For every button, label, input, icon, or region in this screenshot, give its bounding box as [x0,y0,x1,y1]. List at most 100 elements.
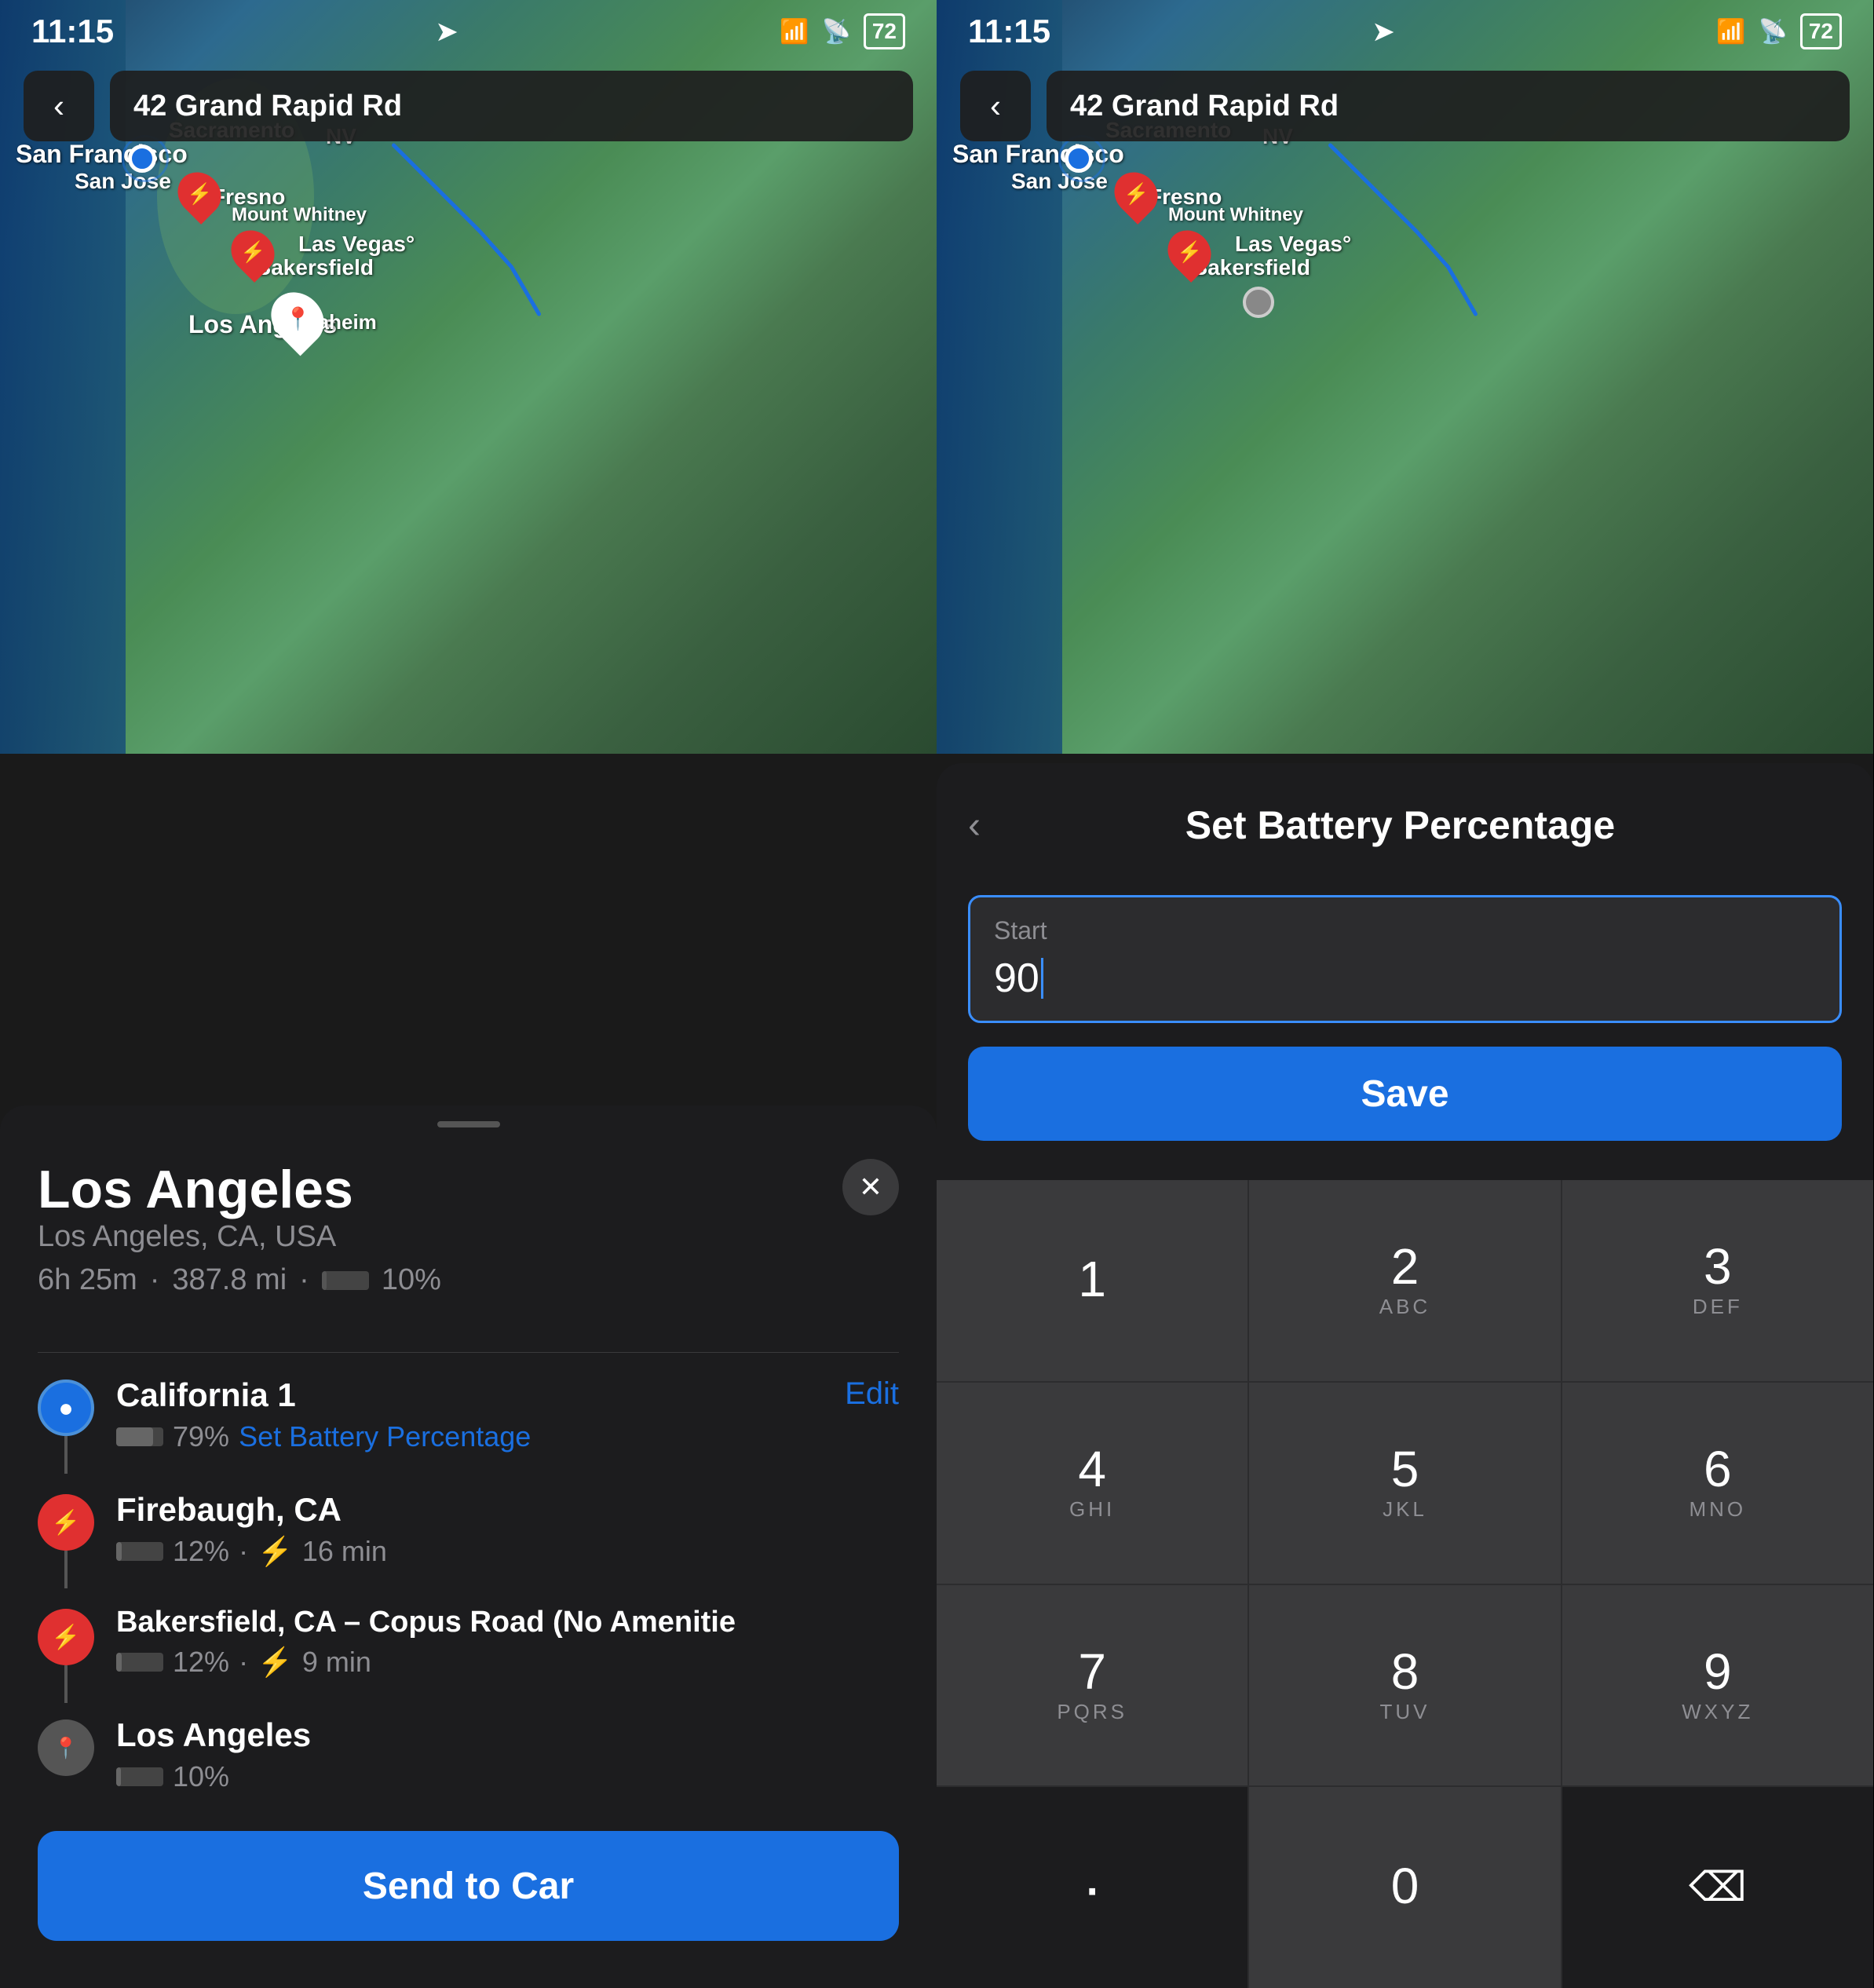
time-left: 11:15 [31,13,114,50]
stop-batt-pct-4: 10% [173,1760,229,1793]
battery-left: 72 [864,13,905,49]
bottom-sheet-left: Los Angeles Los Angeles, CA, USA 6h 25m … [0,1105,937,1988]
key-2-num: 2 [1391,1241,1419,1292]
stop-name-firebaugh: Firebaugh, CA [116,1491,899,1529]
key-5-num: 5 [1391,1444,1419,1494]
set-battery-link[interactable]: Set Battery Percentage [239,1420,531,1453]
key-1-num: 1 [1078,1254,1106,1304]
distance: 387.8 mi [172,1263,287,1297]
gray-dot-pin [1243,287,1274,318]
stop-item-bakersfield: ⚡ Bakersfield, CA – Copus Road (No Ameni… [38,1606,899,1679]
charging-pin-r-1: ⚡ [1116,171,1156,217]
origin-dot-r [1065,144,1093,173]
back-button-left[interactable]: ‹ [24,71,94,141]
address-bar-right[interactable]: 42 Grand Rapid Rd [1047,71,1850,141]
battery-input-section: Start 90 Save [937,872,1873,1164]
stop-batt-pct-1: 79% [173,1420,229,1453]
charging-pin-r-2: ⚡ [1169,229,1210,275]
stop-content-bakersfield: Bakersfield, CA – Copus Road (No Ameniti… [116,1606,899,1679]
save-label: Save [1361,1073,1448,1116]
sheet-handle-left [437,1121,500,1127]
save-button[interactable]: Save [968,1047,1842,1141]
destination-title: Los Angeles [38,1159,441,1220]
key-dot[interactable]: · [937,1787,1248,1988]
stop-batt-bar-3 [116,1653,163,1672]
stop-icon-firebaugh: ⚡ [38,1494,94,1551]
stop-connector-1 [64,1436,68,1474]
stop-charge-bolt-3: ⚡ [258,1646,293,1679]
stop-charge-time-2: 16 min [302,1535,387,1568]
divider-1 [38,1352,899,1353]
dest-battery-bar [322,1271,369,1290]
stop-detail-la: 10% [116,1760,899,1793]
key-5[interactable]: 5 JKL [1249,1383,1560,1584]
signal-icon-right: 📶 [1716,18,1745,46]
key-backspace[interactable]: ⌫ [1562,1787,1873,1988]
stop-item-california1: ● California 1 79% Set Battery Percentag… [38,1376,899,1453]
send-to-car-label: Send to Car [363,1865,574,1908]
destination-subtitle: Los Angeles, CA, USA [38,1220,441,1254]
stop-icon-bakersfield: ⚡ [38,1609,94,1665]
key-0[interactable]: 0 [1249,1787,1560,1988]
duration: 6h 25m [38,1263,137,1297]
key-3-num: 3 [1704,1241,1732,1292]
battery-input-container[interactable]: Start 90 [968,895,1842,1023]
stop-connector-3 [64,1665,68,1703]
key-2[interactable]: 2 ABC [1249,1180,1560,1381]
location-icon-right: ➤ [1373,16,1394,46]
dest-battery-pct: 10% [382,1263,441,1297]
key-1[interactable]: 1 [937,1180,1248,1381]
meta-dot2: · [299,1263,309,1297]
key-9[interactable]: 9 WXYZ [1562,1585,1873,1786]
key-9-sub: WXYZ [1682,1700,1753,1724]
key-3-sub: DEF [1693,1295,1743,1319]
stop-content-california1: California 1 79% Set Battery Percentage [116,1376,823,1453]
wifi-icon-left: 📡 [821,18,850,46]
battery-back-button[interactable]: ‹ [968,804,981,847]
battery-title: Set Battery Percentage [996,802,1804,848]
key-0-num: 0 [1391,1861,1419,1911]
status-icons-right: 📶 📡 72 [1716,13,1842,49]
stop-batt-pct-2: 12% [173,1535,229,1568]
text-cursor [1041,958,1043,999]
stop-icon-california1: ● [38,1380,94,1436]
backspace-icon: ⌫ [1689,1864,1747,1911]
input-value: 90 [994,955,1816,1002]
left-panel: Sacramento San Francisco San Jose Fresno… [0,0,937,1988]
battery-right: 72 [1800,13,1842,49]
key-6[interactable]: 6 MNO [1562,1383,1873,1584]
key-dot-sym: · [1082,1872,1103,1903]
address-bar-left[interactable]: 42 Grand Rapid Rd [110,71,913,141]
key-7[interactable]: 7 PQRS [937,1585,1248,1786]
back-icon-left: ‹ [53,87,64,125]
stop-name-bakersfield: Bakersfield, CA – Copus Road (No Ameniti… [116,1606,899,1639]
key-8-num: 8 [1391,1646,1419,1697]
location-icon-left: ➤ [437,16,458,46]
stop-icon-la: 📍 [38,1719,94,1776]
stop-detail-california1: 79% Set Battery Percentage [116,1420,823,1453]
input-number: 90 [994,955,1039,1002]
key-8[interactable]: 8 TUV [1249,1585,1560,1786]
back-button-right[interactable]: ‹ [960,71,1031,141]
stop-batt-pct-3: 12% [173,1646,229,1679]
send-to-car-button[interactable]: Send to Car [38,1831,899,1941]
key-4-sub: GHI [1069,1497,1115,1522]
status-bar-left: 11:15 ➤ 📶 📡 72 [0,0,937,63]
charging-pin-1: ⚡ [179,171,220,217]
meta-dot: · [150,1263,160,1297]
origin-dot [128,144,156,173]
stop-batt-bar-4 [116,1767,163,1786]
edit-button-1[interactable]: Edit [845,1376,899,1412]
signal-icon-left: 📶 [780,18,809,46]
key-6-sub: MNO [1689,1497,1746,1522]
key-8-sub: TUV [1379,1700,1430,1724]
status-bar-right: 11:15 ➤ 📶 📡 72 [937,0,1873,63]
key-4[interactable]: 4 GHI [937,1383,1248,1584]
battery-sheet: ‹ Set Battery Percentage Start 90 Save 1 [937,763,1873,1988]
key-9-num: 9 [1704,1646,1732,1697]
close-button[interactable]: ✕ [842,1159,899,1215]
key-5-sub: JKL [1383,1497,1427,1522]
destination-meta: 6h 25m · 387.8 mi · 10% [38,1263,441,1297]
stop-charge-icon-3: · [239,1646,248,1679]
key-3[interactable]: 3 DEF [1562,1180,1873,1381]
